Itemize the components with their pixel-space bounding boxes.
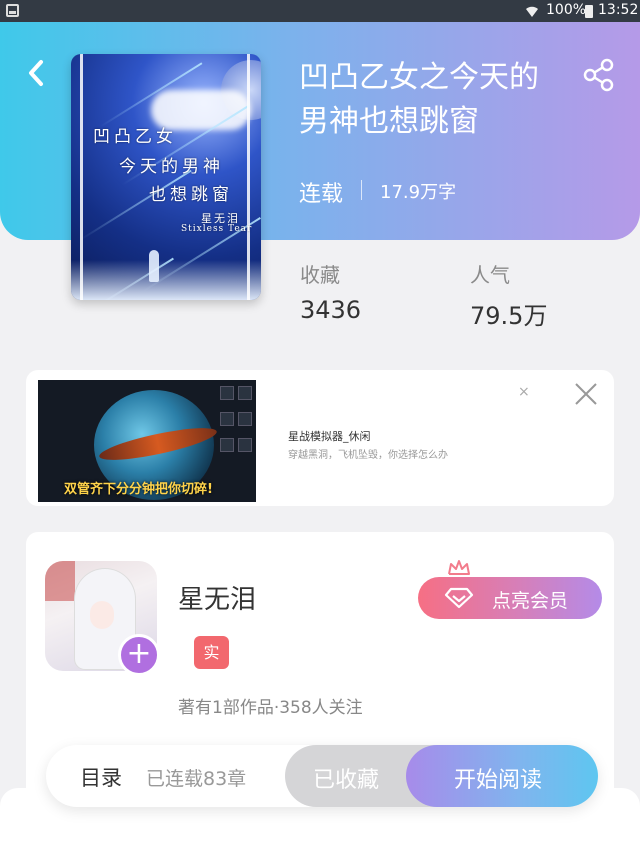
crown-icon <box>448 560 470 575</box>
share-icon[interactable] <box>582 58 616 92</box>
close-icon[interactable] <box>573 381 599 407</box>
chapter-count[interactable]: 已连载83章 <box>146 764 246 791</box>
toc-button[interactable]: 目录 <box>80 762 122 792</box>
popularity-count: 79.5万 <box>470 302 548 330</box>
ad-ui-tiles <box>218 382 254 460</box>
cover-title-line1: 凹凸乙女 <box>93 127 177 147</box>
diamond-icon <box>444 587 474 609</box>
start-reading-button[interactable]: 开始阅读 <box>406 745 598 807</box>
battery-percent: 100% <box>546 2 587 18</box>
notification-icon <box>6 4 19 17</box>
clock: 13:52 <box>598 2 639 18</box>
meta-divider <box>361 180 362 200</box>
author-stats: 著有1部作品·358人关注 <box>178 698 363 718</box>
vip-label: 点亮会员 <box>492 590 569 612</box>
follow-button[interactable]: + <box>118 634 160 676</box>
cover-frame-right <box>247 54 250 300</box>
serial-status: 连载 <box>299 182 344 207</box>
ad-image[interactable]: 双管齐下分分钟把你切碎! <box>38 380 256 502</box>
cover-title-line2: 今天的男神 <box>119 157 224 177</box>
book-cover[interactable]: 凹凸乙女 今天的男神 也想跳窗 星无泪 Stixless Tear <box>71 54 261 300</box>
wifi-icon <box>526 6 538 18</box>
start-reading-label: 开始阅读 <box>454 768 543 793</box>
cover-cloud-bottom <box>71 260 261 300</box>
author-name[interactable]: 星无泪 <box>178 579 256 616</box>
ad-dismiss-small[interactable]: × <box>518 384 530 400</box>
word-count: 17.9万字 <box>380 182 457 203</box>
status-bar: 100% 13:52 <box>0 0 640 22</box>
collect-label: 收藏 <box>300 263 340 287</box>
ad-description: 穿越黑洞，飞机坠毁，你选择怎么办 <box>288 450 448 461</box>
vip-button[interactable]: 点亮会员 <box>418 577 602 619</box>
cover-frame-left <box>80 54 83 300</box>
collect-count: 3436 <box>300 296 362 324</box>
collected-label: 已收藏 <box>313 768 380 793</box>
cover-title-line3: 也想跳窗 <box>149 185 233 205</box>
verified-badge: 实 <box>194 636 229 669</box>
popularity-label: 人气 <box>470 263 510 287</box>
ad-banner-text: 双管齐下分分钟把你切碎! <box>64 482 213 497</box>
cover-signature: Stixless Tear <box>181 224 253 234</box>
battery-icon <box>585 5 593 18</box>
cover-figure <box>149 250 159 282</box>
ad-title: 星战模拟器_休闲 <box>288 430 371 443</box>
book-title: 凹凸乙女之今天的男神也想跳窗 <box>299 60 539 139</box>
back-icon[interactable] <box>22 58 52 88</box>
